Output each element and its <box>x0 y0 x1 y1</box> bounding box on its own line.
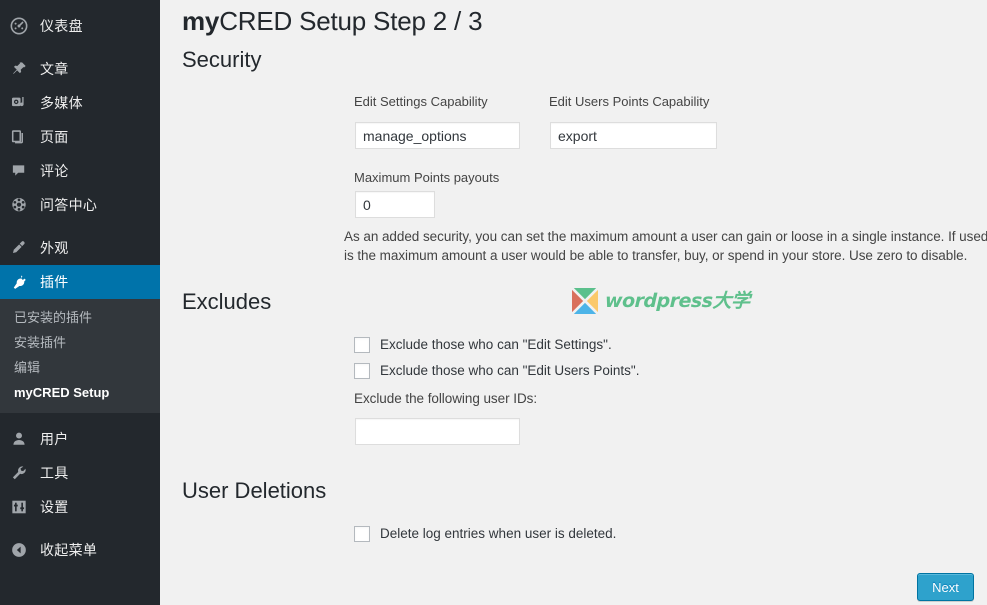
sidebar-item-posts[interactable]: 文章 <box>0 52 160 86</box>
delete-log-entries-checkbox[interactable] <box>354 526 370 542</box>
page-icon <box>10 127 34 147</box>
exclude-edit-users-points-label: Exclude those who can "Edit Users Points… <box>380 363 640 378</box>
main-content: myCRED Setup Step 2 / 3 Security Edit Se… <box>160 0 987 605</box>
sidebar-spacer-top <box>0 0 160 9</box>
max-payouts-label: Maximum Points payouts <box>354 170 500 185</box>
exclude-edit-settings-label: Exclude those who can "Edit Settings". <box>380 337 612 352</box>
sidebar-item-label: 页面 <box>40 129 69 145</box>
submenu-item-plugin-editor[interactable]: 编辑 <box>0 355 160 380</box>
plugins-submenu: 已安装的插件 安装插件 编辑 myCRED Setup <box>0 299 160 413</box>
sliders-icon <box>10 497 34 517</box>
submenu-item-label: 编辑 <box>14 360 41 375</box>
sidebar-item-qa-center[interactable]: 问答中心 <box>0 188 160 222</box>
exclude-edit-settings-checkbox[interactable] <box>354 337 370 353</box>
dashboard-icon <box>10 16 34 36</box>
wordpress-daxue-watermark: wordpress大学 <box>571 287 750 315</box>
user-icon <box>10 429 34 449</box>
max-payouts-input[interactable] <box>355 191 435 218</box>
sidebar-item-media[interactable]: 多媒体 <box>0 86 160 120</box>
sidebar-item-pages[interactable]: 页面 <box>0 120 160 154</box>
exclude-edit-users-points-checkbox[interactable] <box>354 363 370 379</box>
page-title: myCRED Setup Step 2 / 3 <box>160 0 987 38</box>
sidebar-item-label: 设置 <box>40 499 69 515</box>
pin-icon <box>10 59 34 79</box>
sidebar-item-label: 仪表盘 <box>40 18 83 34</box>
security-heading: Security <box>182 47 262 72</box>
sidebar-item-collapse-menu[interactable]: 收起菜单 <box>0 533 160 567</box>
sidebar-item-label: 收起菜单 <box>40 542 98 558</box>
submenu-item-label: 安装插件 <box>14 335 67 350</box>
sidebar-item-label: 工具 <box>40 465 69 481</box>
delete-log-entries-label: Delete log entries when user is deleted. <box>380 526 617 541</box>
edit-settings-capability-label: Edit Settings Capability <box>354 94 488 109</box>
sidebar-item-dashboard[interactable]: 仪表盘 <box>0 9 160 43</box>
wordpress-admin-screen: 仪表盘 文章 多媒体 页面 评论 问答中心 外观 插件 已安装的插件 安装插件 … <box>0 0 987 605</box>
sidebar-item-label: 插件 <box>40 274 69 290</box>
submenu-item-label: 已安装的插件 <box>14 310 93 325</box>
exclude-user-ids-input[interactable] <box>355 418 520 445</box>
sidebar-item-label: 评论 <box>40 163 69 179</box>
submenu-item-label: myCRED Setup <box>14 385 110 400</box>
wordpress-daxue-text: wordpress大学 <box>604 290 750 312</box>
sidebar-item-plugins[interactable]: 插件 <box>0 265 160 299</box>
next-button[interactable]: Next <box>917 573 974 601</box>
wordpress-daxue-x-icon <box>571 287 599 315</box>
exclude-edit-settings-row[interactable]: Exclude those who can "Edit Settings". <box>354 334 612 356</box>
sidebar-item-settings[interactable]: 设置 <box>0 490 160 524</box>
sidebar-item-label: 多媒体 <box>40 95 83 111</box>
page-title-brand: my <box>182 6 220 36</box>
sidebar-item-users[interactable]: 用户 <box>0 422 160 456</box>
sidebar-item-appearance[interactable]: 外观 <box>0 231 160 265</box>
sidebar-item-tools[interactable]: 工具 <box>0 456 160 490</box>
qa-icon <box>10 195 34 215</box>
user-deletions-heading: User Deletions <box>182 478 327 503</box>
collapse-icon <box>10 540 34 560</box>
edit-users-points-capability-input[interactable] <box>550 122 717 149</box>
sidebar-item-label: 外观 <box>40 240 69 256</box>
submenu-item-installed-plugins[interactable]: 已安装的插件 <box>0 305 160 330</box>
submenu-item-add-plugin[interactable]: 安装插件 <box>0 330 160 355</box>
sidebar-item-label: 问答中心 <box>40 197 98 213</box>
sidebar-item-comments[interactable]: 评论 <box>0 154 160 188</box>
page-title-rest: CRED Setup Step 2 / 3 <box>219 6 483 36</box>
exclude-edit-users-points-row[interactable]: Exclude those who can "Edit Users Points… <box>354 360 639 382</box>
edit-users-points-capability-label: Edit Users Points Capability <box>549 94 710 109</box>
brush-icon <box>10 238 34 258</box>
plugin-icon <box>10 272 34 292</box>
sidebar-item-label: 文章 <box>40 61 69 77</box>
sidebar-item-label: 用户 <box>40 431 69 447</box>
excludes-heading: Excludes <box>182 289 272 314</box>
wrench-icon <box>10 463 34 483</box>
submenu-item-mycred-setup[interactable]: myCRED Setup <box>0 380 160 405</box>
security-help-line-1: As an added security, you can set the ma… <box>344 229 987 244</box>
comment-icon <box>10 161 34 181</box>
admin-sidebar: 仪表盘 文章 多媒体 页面 评论 问答中心 外观 插件 已安装的插件 安装插件 … <box>0 0 160 605</box>
security-help-text: As an added security, you can set the ma… <box>344 227 987 265</box>
exclude-user-ids-label: Exclude the following user IDs: <box>354 391 538 406</box>
media-icon <box>10 93 34 113</box>
delete-log-entries-row[interactable]: Delete log entries when user is deleted. <box>354 523 616 545</box>
security-help-line-2: is the maximum amount a user would be ab… <box>344 248 968 263</box>
edit-settings-capability-input[interactable] <box>355 122 520 149</box>
